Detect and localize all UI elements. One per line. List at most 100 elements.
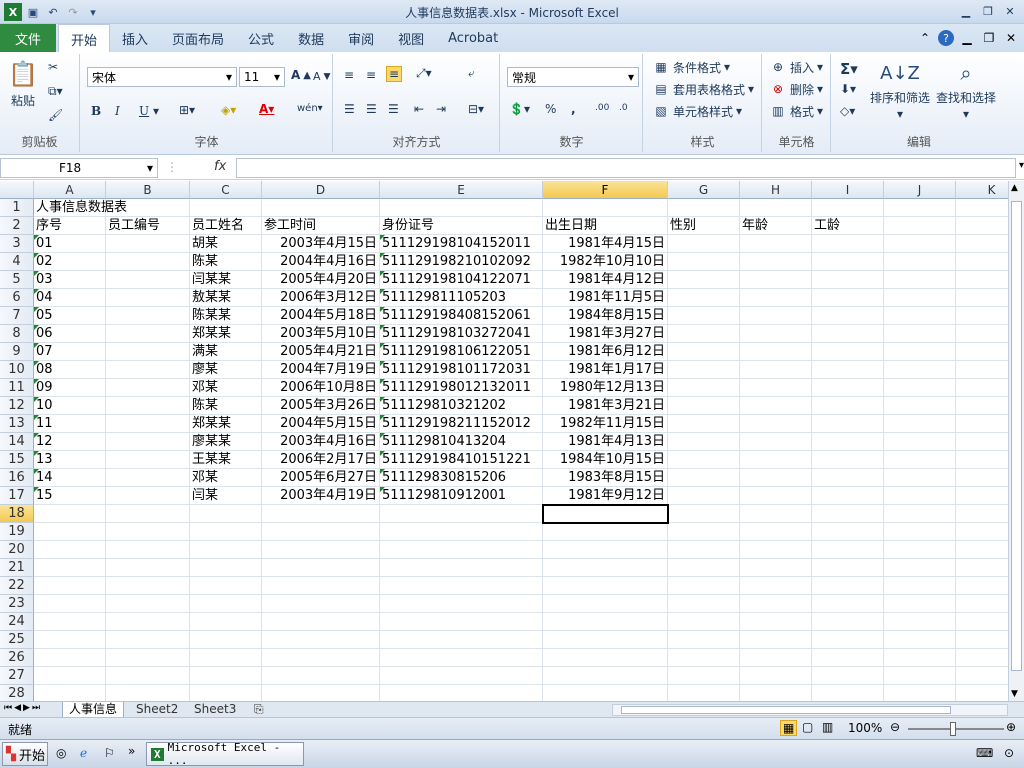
cell-E7[interactable]: 511129198408152061 xyxy=(380,307,543,325)
comma-button[interactable]: , xyxy=(571,102,576,116)
insert-sheet-icon[interactable]: ⎘ xyxy=(248,702,270,718)
page-layout-view-icon[interactable]: ▢ xyxy=(802,720,813,734)
cell-I20[interactable] xyxy=(812,541,884,559)
cell-E3[interactable]: 511129198104152011 xyxy=(380,235,543,253)
cell-I19[interactable] xyxy=(812,523,884,541)
column-header-D[interactable]: D xyxy=(262,181,380,199)
cell-H12[interactable] xyxy=(740,397,812,415)
cell-A1[interactable]: 人事信息数据表 xyxy=(34,199,127,217)
cell-C1[interactable] xyxy=(190,199,262,217)
cell-K13[interactable] xyxy=(956,415,1008,433)
cell-C4[interactable]: 陈某 xyxy=(190,253,262,271)
cell-E10[interactable]: 511129198101172031 xyxy=(380,361,543,379)
column-header-A[interactable]: A xyxy=(34,181,106,199)
cell-C25[interactable] xyxy=(190,631,262,649)
cell-D27[interactable] xyxy=(262,667,380,685)
row-header-1[interactable]: 1 xyxy=(0,199,34,217)
collapse-ribbon-icon[interactable]: ⌃ xyxy=(916,29,934,47)
zoom-in-icon[interactable]: ⊕ xyxy=(1006,720,1016,734)
cell-J12[interactable] xyxy=(884,397,956,415)
bold-button[interactable]: B xyxy=(91,104,101,118)
tab-page-layout[interactable]: 页面布局 xyxy=(160,24,236,52)
column-header-C[interactable]: C xyxy=(190,181,262,199)
cell-F6[interactable]: 1981年11月5日 xyxy=(543,289,668,307)
cell-G12[interactable] xyxy=(668,397,740,415)
borders-icon[interactable]: ⊞▾ xyxy=(179,103,195,117)
minimize-doc-icon[interactable]: ▁ xyxy=(958,29,976,47)
ie-icon[interactable]: ℯ xyxy=(80,746,87,760)
cell-C15[interactable]: 王某某 xyxy=(190,451,262,469)
cell-G17[interactable] xyxy=(668,487,740,505)
cell-I6[interactable] xyxy=(812,289,884,307)
cell-J11[interactable] xyxy=(884,379,956,397)
cell-E16[interactable]: 511129830815206 xyxy=(380,469,543,487)
cell-A13[interactable]: 11 xyxy=(34,415,106,433)
cell-F9[interactable]: 1981年6月12日 xyxy=(543,343,668,361)
tab-formulas[interactable]: 公式 xyxy=(236,24,286,52)
cell-K3[interactable] xyxy=(956,235,1008,253)
cell-F26[interactable] xyxy=(543,649,668,667)
cell-A26[interactable] xyxy=(34,649,106,667)
cell-K11[interactable] xyxy=(956,379,1008,397)
format-as-table-button[interactable]: ▤ 套用表格格式 ▾ xyxy=(652,80,754,98)
name-box-dropdown-icon[interactable]: ▾ xyxy=(147,161,153,175)
cell-H21[interactable] xyxy=(740,559,812,577)
cell-F21[interactable] xyxy=(543,559,668,577)
cell-A23[interactable] xyxy=(34,595,106,613)
cell-B6[interactable] xyxy=(106,289,190,307)
select-all-corner[interactable] xyxy=(0,181,34,199)
cell-A17[interactable]: 15 xyxy=(34,487,106,505)
cell-C27[interactable] xyxy=(190,667,262,685)
cell-I26[interactable] xyxy=(812,649,884,667)
cell-K7[interactable] xyxy=(956,307,1008,325)
cell-K25[interactable] xyxy=(956,631,1008,649)
cell-D18[interactable] xyxy=(262,505,380,523)
underline-dropdown-icon[interactable]: ▾ xyxy=(153,104,159,118)
cell-D26[interactable] xyxy=(262,649,380,667)
cell-K1[interactable] xyxy=(956,199,1008,217)
row-header-28[interactable]: 28 xyxy=(0,685,34,701)
cell-B1[interactable] xyxy=(106,199,190,217)
row-header-2[interactable]: 2 xyxy=(0,217,34,235)
cell-C14[interactable]: 廖某某 xyxy=(190,433,262,451)
cell-J3[interactable] xyxy=(884,235,956,253)
cell-H17[interactable] xyxy=(740,487,812,505)
cell-H4[interactable] xyxy=(740,253,812,271)
cell-J7[interactable] xyxy=(884,307,956,325)
cell-F7[interactable]: 1984年8月15日 xyxy=(543,307,668,325)
cell-K12[interactable] xyxy=(956,397,1008,415)
zoom-out-icon[interactable]: ⊖ xyxy=(890,720,900,734)
cell-A7[interactable]: 05 xyxy=(34,307,106,325)
cell-F1[interactable] xyxy=(543,199,668,217)
paste-button[interactable]: 📋 粘贴 xyxy=(8,58,38,109)
cell-G13[interactable] xyxy=(668,415,740,433)
cell-A12[interactable]: 10 xyxy=(34,397,106,415)
row-header-27[interactable]: 27 xyxy=(0,667,34,685)
insert-cells-button[interactable]: ⊕ 插入 ▾ xyxy=(769,58,823,76)
cell-H11[interactable] xyxy=(740,379,812,397)
cell-I2[interactable]: 工龄 xyxy=(812,217,884,235)
zoom-slider-thumb[interactable] xyxy=(950,722,956,736)
cell-H28[interactable] xyxy=(740,685,812,701)
cell-J15[interactable] xyxy=(884,451,956,469)
cell-F3[interactable]: 1981年4月15日 xyxy=(543,235,668,253)
cell-A27[interactable] xyxy=(34,667,106,685)
format-painter-icon[interactable]: 🖌 xyxy=(48,108,63,122)
quicklaunch-icon-2[interactable]: ⚐ xyxy=(104,746,115,760)
decrease-decimal-icon[interactable]: .0 xyxy=(619,103,628,113)
cell-J28[interactable] xyxy=(884,685,956,701)
cell-B25[interactable] xyxy=(106,631,190,649)
cell-C21[interactable] xyxy=(190,559,262,577)
align-top-icon[interactable]: ≡ xyxy=(344,68,354,82)
quicklaunch-icon[interactable]: ◎ xyxy=(56,746,66,760)
row-header-21[interactable]: 21 xyxy=(0,559,34,577)
cell-E19[interactable] xyxy=(380,523,543,541)
cell-J4[interactable] xyxy=(884,253,956,271)
cell-C8[interactable]: 郑某某 xyxy=(190,325,262,343)
decrease-indent-icon[interactable]: ⇤ xyxy=(414,102,424,116)
cell-F27[interactable] xyxy=(543,667,668,685)
cell-E28[interactable] xyxy=(380,685,543,701)
cell-E14[interactable]: 511129810413204 xyxy=(380,433,543,451)
cell-H27[interactable] xyxy=(740,667,812,685)
column-header-J[interactable]: J xyxy=(884,181,956,199)
